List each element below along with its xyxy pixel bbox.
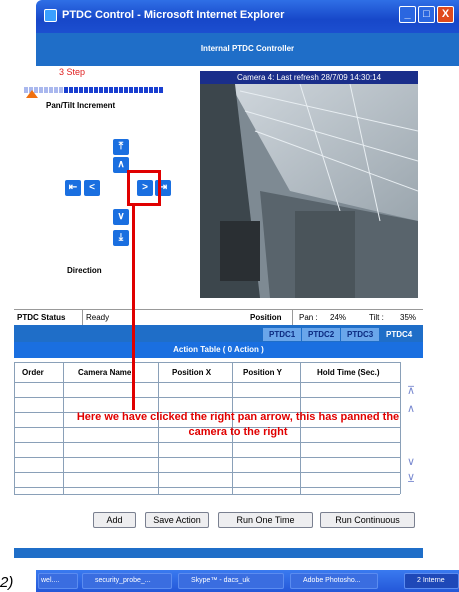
col-hold-time: Hold Time (Sec.) bbox=[317, 368, 380, 377]
chevron-left-icon: < bbox=[89, 182, 95, 193]
ie-icon bbox=[44, 9, 57, 22]
taskbar-item[interactable]: wel.... bbox=[38, 573, 78, 589]
col-position-x: Position X bbox=[172, 368, 212, 377]
tilt-value: 35% bbox=[400, 313, 417, 322]
tilt-bottom-button[interactable]: ⤓ bbox=[113, 230, 129, 246]
pan-value: 24% bbox=[330, 313, 347, 322]
tab-ptdc2[interactable]: PTDC2 bbox=[302, 328, 341, 341]
step-increment-bar[interactable] bbox=[24, 80, 164, 93]
step-slider-handle[interactable] bbox=[26, 90, 38, 98]
annotation-text: Here we have clicked the right pan arrow… bbox=[76, 411, 400, 438]
page-title: Internal PTDC Controller bbox=[200, 44, 295, 53]
taskbar-item[interactable]: 2 Interne bbox=[404, 573, 459, 589]
status-row bbox=[14, 309, 423, 326]
page-header: Internal PTDC Controller bbox=[36, 33, 459, 66]
taskbar-item[interactable]: security_probe_... bbox=[82, 573, 172, 589]
run-one-time-button[interactable]: Run One Time bbox=[218, 512, 313, 528]
pan-left-button[interactable]: < bbox=[84, 180, 100, 196]
col-position-y: Position Y bbox=[243, 368, 282, 377]
camera-image bbox=[200, 83, 418, 298]
scroll-bottom-icon[interactable]: ⊻ bbox=[407, 472, 415, 485]
tab-ptdc3[interactable]: PTDC3 bbox=[341, 328, 380, 341]
double-down-icon: ⤓ bbox=[118, 232, 124, 243]
maximize-button[interactable]: □ bbox=[418, 6, 435, 23]
double-left-icon: ⇤ bbox=[68, 182, 78, 193]
tab-ptdc4[interactable]: PTDC4 bbox=[380, 328, 419, 341]
position-label: Position bbox=[250, 313, 282, 322]
scroll-down-icon[interactable]: ∨ bbox=[407, 455, 415, 468]
col-order: Order bbox=[22, 368, 44, 377]
page-label: 2) bbox=[0, 574, 14, 591]
annotation-line bbox=[132, 205, 135, 410]
close-button[interactable]: X bbox=[437, 6, 454, 23]
tilt-label: Tilt : bbox=[369, 313, 384, 322]
double-up-icon: ⤒ bbox=[118, 141, 124, 152]
status-label: PTDC Status bbox=[17, 313, 66, 322]
run-continuous-button[interactable]: Run Continuous bbox=[320, 512, 415, 528]
footer-strip bbox=[14, 548, 423, 558]
pan-label: Pan : bbox=[299, 313, 318, 322]
title-bar: PTDC Control - Microsoft Internet Explor… bbox=[36, 0, 459, 33]
direction-label: Direction bbox=[67, 266, 102, 275]
highlight-box bbox=[127, 170, 161, 206]
pan-tilt-increment-label: Pan/Tilt Increment bbox=[46, 101, 116, 110]
scroll-top-icon[interactable]: ⊼ bbox=[407, 384, 415, 397]
minimize-button[interactable]: _ bbox=[399, 6, 416, 23]
status-value: Ready bbox=[86, 313, 110, 322]
chevron-down-icon: ∨ bbox=[117, 211, 125, 222]
chevron-up-icon: ∧ bbox=[117, 159, 125, 170]
camera-caption: Camera 4: Last refresh 28/7/09 14:30:14 bbox=[200, 71, 418, 84]
taskbar-item[interactable]: Skype™ - dacs_uk bbox=[178, 573, 284, 589]
action-table-title: Action Table ( 0 Action ) bbox=[173, 345, 264, 354]
camera-view: Camera 4: Last refresh 28/7/09 14:30:14 bbox=[200, 71, 418, 298]
add-button[interactable]: Add bbox=[93, 512, 136, 528]
tab-ptdc1[interactable]: PTDC1 bbox=[263, 328, 302, 341]
taskbar-item[interactable]: Adobe Photosho... bbox=[290, 573, 378, 589]
pan-far-left-button[interactable]: ⇤ bbox=[65, 180, 81, 196]
tilt-top-button[interactable]: ⤒ bbox=[113, 139, 129, 155]
tilt-down-button[interactable]: ∨ bbox=[113, 209, 129, 225]
window-title: PTDC Control - Microsoft Internet Explor… bbox=[62, 9, 285, 21]
save-action-button[interactable]: Save Action bbox=[145, 512, 209, 528]
col-camera-name: Camera Name bbox=[78, 368, 132, 377]
step-label: 3 Step bbox=[59, 67, 86, 77]
